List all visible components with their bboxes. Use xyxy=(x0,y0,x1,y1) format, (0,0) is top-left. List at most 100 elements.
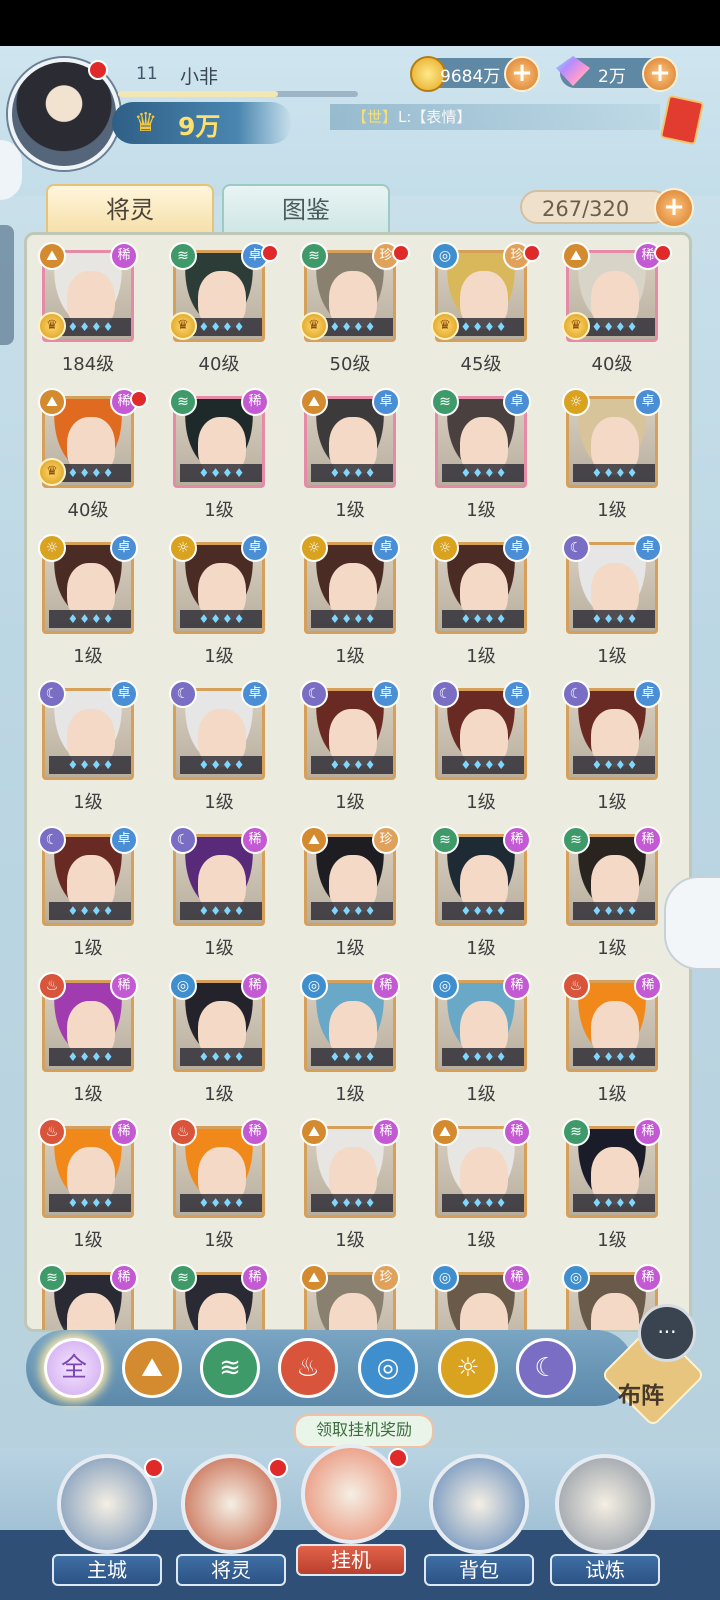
general-card[interactable]: ♦♦♦♦ ⛰ 稀 ♛ 40级 xyxy=(38,388,148,528)
general-card[interactable]: ♦♦♦♦ ⛰ 稀 1级 xyxy=(431,1118,531,1258)
moon-element-icon: ☾ xyxy=(562,534,590,562)
nav-item-3[interactable]: 背包 xyxy=(424,1454,534,1594)
moon-element-icon: ☾ xyxy=(431,680,459,708)
general-card[interactable]: ♦♦♦♦ ≋ 稀 1级 xyxy=(431,826,531,966)
general-card[interactable]: ♦♦♦♦ ♨ 稀 1级 xyxy=(562,972,662,1112)
general-level: 1级 xyxy=(597,1230,627,1251)
claim-idle-reward-button[interactable]: 领取挂机奖励 xyxy=(294,1414,434,1448)
nav-notification-dot xyxy=(388,1448,408,1468)
rarity-badge: 卓 xyxy=(503,680,531,708)
combat-power-value: 9万 xyxy=(178,112,221,141)
general-level: 1级 xyxy=(335,646,365,667)
general-card[interactable]: ♦♦♦♦ ☼ 卓 1级 xyxy=(300,534,400,674)
star-drops: ♦♦♦♦ xyxy=(49,902,131,920)
card-notification-dot xyxy=(261,244,279,262)
filter-fire-icon[interactable]: ♨ xyxy=(278,1338,338,1398)
rarity-badge: 卓 xyxy=(503,388,531,416)
general-card[interactable]: ♦♦♦♦ ◎ 稀 1级 xyxy=(431,972,531,1112)
sun-element-icon: ☼ xyxy=(431,534,459,562)
star-drops: ♦♦♦♦ xyxy=(311,902,393,920)
nav-item-4[interactable]: 试炼 xyxy=(550,1454,660,1594)
nav-icon xyxy=(301,1444,401,1544)
star-drops: ♦♦♦♦ xyxy=(180,610,262,628)
general-card[interactable]: ♦♦♦♦ ☾ 卓 1级 xyxy=(300,680,400,820)
nav-label: 主城 xyxy=(52,1554,162,1586)
sun-element-icon: ☼ xyxy=(169,534,197,562)
general-card[interactable]: ♦♦♦♦ ≋ 卓 1级 xyxy=(431,388,531,528)
side-scroll-handle[interactable] xyxy=(0,225,14,345)
filter-all-button[interactable]: 全 xyxy=(44,1338,104,1398)
general-card[interactable]: ♦♦♦♦ ☾ 卓 1级 xyxy=(38,680,138,820)
general-card[interactable]: ♦♦♦♦ ☾ 卓 1级 xyxy=(431,680,531,820)
general-level: 1级 xyxy=(597,792,627,813)
chat-channel-tag: 【世】 xyxy=(352,108,398,126)
general-card[interactable]: ♦♦♦♦ ◎ 稀 1级 xyxy=(169,972,269,1112)
filter-water-icon[interactable]: ◎ xyxy=(358,1338,418,1398)
general-card[interactable]: ♦♦♦♦ ☾ 卓 1级 xyxy=(562,680,662,820)
add-gold-button[interactable]: + xyxy=(504,56,540,92)
general-card[interactable]: ♦♦♦♦ ≋ 稀 1级 xyxy=(562,826,662,966)
rarity-badge: 珍 xyxy=(372,1264,400,1292)
general-level: 1级 xyxy=(335,500,365,521)
rarity-badge: 卓 xyxy=(110,680,138,708)
water-element-icon: ◎ xyxy=(562,1264,590,1292)
filter-mountain-icon[interactable]: ⛰ xyxy=(122,1338,182,1398)
general-card[interactable]: ♦♦♦♦◎稀 xyxy=(431,1264,531,1330)
general-card[interactable]: ♦♦♦♦ ⛰ 稀 1级 xyxy=(300,1118,400,1258)
wind-element-icon: ≋ xyxy=(431,826,459,854)
general-card[interactable]: ♦♦♦♦ ☼ 卓 1级 xyxy=(38,534,138,674)
moon-element-icon: ☾ xyxy=(300,680,328,708)
gold-amount: 9684万 xyxy=(440,67,501,87)
general-card[interactable]: ♦♦♦♦ ☾ 卓 1级 xyxy=(562,534,662,674)
general-level: 1级 xyxy=(335,938,365,959)
general-level: 1级 xyxy=(73,1084,103,1105)
general-card[interactable]: ♦♦♦♦ ☾ 卓 1级 xyxy=(169,680,269,820)
general-card[interactable]: ♦♦♦♦ ☼ 卓 1级 xyxy=(562,388,662,528)
crest-icon: ♛ xyxy=(431,312,459,340)
general-card[interactable]: ♦♦♦♦≋稀 xyxy=(169,1264,269,1330)
nav-item-1[interactable]: 将灵 xyxy=(176,1454,288,1594)
nav-item-2[interactable]: 挂机 xyxy=(296,1444,408,1584)
general-card[interactable]: ♦♦♦♦≋稀 xyxy=(38,1264,138,1330)
qq-penguin-float-button[interactable] xyxy=(664,876,720,970)
general-card[interactable]: ♦♦♦♦ ≋ 稀 1级 xyxy=(169,388,269,528)
tab-codex[interactable]: 图鉴 xyxy=(222,184,390,236)
player-name: 小非 xyxy=(180,66,219,88)
general-card[interactable]: ♦♦♦♦ ☾ 稀 1级 xyxy=(169,826,269,966)
nav-item-0[interactable]: 主城 xyxy=(52,1454,164,1594)
rarity-badge: 稀 xyxy=(241,388,269,416)
nav-label: 背包 xyxy=(424,1554,534,1586)
general-card[interactable]: ♦♦♦♦ ☾ 卓 1级 xyxy=(38,826,138,966)
general-card[interactable]: ♦♦♦♦ ⛰ 稀 ♛ 40级 xyxy=(562,242,672,382)
general-card[interactable]: ♦♦♦♦ ⛰ 珍 1级 xyxy=(300,826,400,966)
star-drops: ♦♦♦♦ xyxy=(311,756,393,774)
general-card[interactable]: ♦♦♦♦ ◎ 珍 ♛ 45级 xyxy=(431,242,541,382)
general-card[interactable]: ♦♦♦♦ ♨ 稀 1级 xyxy=(169,1118,269,1258)
general-card[interactable]: ♦♦♦♦ ≋ 稀 1级 xyxy=(562,1118,662,1258)
general-card[interactable]: ♦♦♦♦ ⛰ 稀 ♛ 184级 xyxy=(38,242,138,382)
general-card[interactable]: ♦♦♦♦ ⛰ 卓 1级 xyxy=(300,388,400,528)
star-drops: ♦♦♦♦ xyxy=(49,1194,131,1212)
filter-sun-icon[interactable]: ☼ xyxy=(438,1338,498,1398)
chat-bubble-icon[interactable]: ··· xyxy=(638,1304,696,1362)
general-grid: ♦♦♦♦ ⛰ 稀 ♛ 184级 ♦♦♦♦ ≋ 卓 ♛ 40级 ♦♦♦♦ ≋ 珍 ♛ 50级 ♦♦♦♦ ◎ 珍 ♛ 45… xyxy=(38,242,678,1330)
star-drops: ♦♦♦♦ xyxy=(311,464,393,482)
general-card[interactable]: ♦♦♦♦ ☼ 卓 1级 xyxy=(431,534,531,674)
general-card[interactable]: ♦♦♦♦ ≋ 卓 ♛ 40级 xyxy=(169,242,279,382)
expand-capacity-button[interactable]: + xyxy=(654,188,694,228)
general-card[interactable]: ♦♦♦♦ ♨ 稀 1级 xyxy=(38,972,138,1112)
general-card[interactable]: ♦♦♦♦ ♨ 稀 1级 xyxy=(38,1118,138,1258)
tab-generals[interactable]: 将灵 xyxy=(46,184,214,236)
wind-element-icon: ≋ xyxy=(169,388,197,416)
general-card[interactable]: ♦♦♦♦ ☼ 卓 1级 xyxy=(169,534,269,674)
general-card[interactable]: ♦♦♦♦ ≋ 珍 ♛ 50级 xyxy=(300,242,410,382)
filter-moon-icon[interactable]: ☾ xyxy=(516,1338,576,1398)
general-card[interactable]: ♦♦♦♦⛰珍 xyxy=(300,1264,400,1330)
filter-wind-icon[interactable]: ≋ xyxy=(200,1338,260,1398)
general-level: 1级 xyxy=(204,500,234,521)
sun-element-icon: ☼ xyxy=(562,388,590,416)
wind-element-icon: ≋ xyxy=(300,242,328,270)
general-card[interactable]: ♦♦♦♦ ◎ 稀 1级 xyxy=(300,972,400,1112)
add-gem-button[interactable]: + xyxy=(642,56,678,92)
star-drops: ♦♦♦♦ xyxy=(442,756,524,774)
